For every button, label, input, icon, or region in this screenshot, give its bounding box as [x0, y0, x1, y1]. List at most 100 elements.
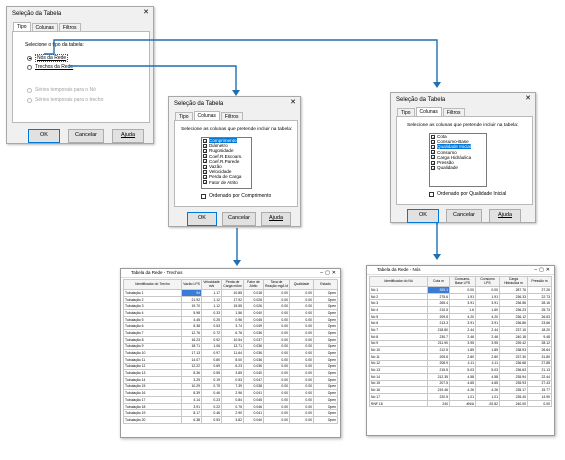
window-controls-icon[interactable]: –▢✕ — [534, 266, 552, 274]
table-cell: 0.00 — [263, 396, 290, 404]
close-icon[interactable]: ✕ — [525, 95, 531, 103]
column-header[interactable]: Cota m — [427, 276, 450, 287]
table-row[interactable]: Nó 1 269.1 0.00 0.00 287.76 27.26 — [369, 286, 552, 294]
table-cell: 236.12 — [499, 312, 528, 321]
table-row[interactable]: Tubulação 3 19.70 1.12 15.55 0.026 0.00 0.00 Op… — [123, 302, 338, 311]
help-button[interactable]: Ajuda — [261, 212, 291, 226]
ok-button[interactable]: OK — [187, 212, 217, 226]
table-row[interactable]: Nó 2 275.6 1.91 1.91 236.33 22.73 — [369, 292, 552, 301]
sort-checkbox[interactable]: Ordenado por Qualidade Inicial — [429, 191, 506, 197]
table-row[interactable]: Tubulação 17 4.14 0.23 0.84 0.045 0.00 0.00 Ope… — [123, 396, 338, 404]
radio-nodes[interactable]: Nós da Rede — [27, 54, 69, 62]
table-cell: 0.53 — [201, 416, 222, 424]
table-row[interactable]: Tubulação 20 6.38 0.53 3.82 0.040 0.00 0.00 Ope… — [123, 416, 338, 424]
window-controls-icon[interactable]: –▢✕ — [320, 269, 338, 277]
row-id-cell: Tubulação 18 — [123, 402, 182, 411]
table-row[interactable]: Tubulação 11 14.07 0.80 8.00 0.036 0.00 0.00 Op… — [123, 355, 338, 364]
column-header[interactable]: Taxa de Reação mg/L/d — [263, 279, 290, 290]
ok-button[interactable]: OK — [407, 209, 439, 223]
table-row[interactable]: Tubulação 12 12.22 0.69 6.23 0.036 0.00 0.00 Op… — [123, 362, 338, 371]
table-row[interactable]: Tubulação 14 3.25 0.19 0.53 0.047 0.00 0.00 Ope… — [123, 375, 338, 384]
table-row[interactable]: Tubulação 16 8.39 0.46 2.96 0.041 0.00 0.00 Ope… — [123, 389, 338, 397]
table-row[interactable]: Tubulação 5 4.45 0.25 0.96 0.045 0.00 0.00 Open — [123, 315, 338, 324]
table-row[interactable]: Nó 9 211.90 3.95 3.95 239.42 28.12 — [369, 339, 552, 348]
table-row[interactable]: Nó 15 207.5 4.65 4.65 235.93 27.43 — [369, 379, 552, 388]
table-row[interactable]: Nó 8 230.7 2.46 2.46 240.18 9.48 — [369, 332, 552, 341]
table-cell: 8.17 — [181, 409, 202, 418]
table-row[interactable]: Tubulação 15 10.29 0.75 7.39 0.038 0.00 0.00 Op… — [123, 382, 338, 391]
ok-button[interactable]: OK — [28, 129, 60, 143]
cancel-button[interactable]: Cancelar — [68, 129, 104, 143]
table-row[interactable]: Nó 14 212.35 4.58 4.58 235.94 22.44 — [369, 372, 552, 381]
table-cell: Open — [313, 302, 338, 311]
column-header[interactable]: Consumo LPS — [475, 276, 500, 287]
table-row[interactable]: Tubulação 19 8.17 0.46 2.90 0.041 0.00 0.00 Ope… — [123, 409, 338, 418]
cancel-button[interactable]: Cancelar — [222, 212, 256, 226]
table-row[interactable]: Tubulação 8 16.23 0.92 10.54 0.037 0.00 0.00 Op… — [123, 335, 338, 344]
table-row[interactable]: Nó 5 209.5 4.20 4.20 236.12 26.63 — [369, 312, 552, 321]
table-cell: 1.91 — [449, 292, 476, 301]
column-header[interactable]: Perda de Carga m/km — [221, 279, 244, 290]
table-cell: 0.92 — [201, 335, 222, 344]
help-button[interactable]: Ajuda — [489, 209, 521, 223]
cancel-button[interactable]: Cancelar — [446, 209, 482, 223]
table-row[interactable]: Tubulação 18 3.91 0.22 0.75 0.046 0.00 0.00 Ope… — [123, 402, 338, 411]
column-header[interactable]: Fator de Atrito — [243, 279, 264, 290]
table-cell: 212.5 — [427, 346, 450, 354]
help-label: Ajuda — [497, 212, 513, 218]
table-row[interactable]: Tubulação 9 18.71 1.06 13.71 0.036 0.00 0.00 Op… — [123, 342, 338, 351]
column-header[interactable]: Vazão LPS — [181, 279, 202, 290]
columns-checklist[interactable]: ✓ Comprimento ✓ Diâmetro ✓ Rugosidade ✓ Coef.R.… — [201, 137, 252, 189]
table-row[interactable]: Nó 7 218.80 2.44 2.44 237.10 18.20 — [369, 326, 552, 334]
table-row[interactable]: Tubulação 7 12.76 0.72 6.76 0.036 0.00 0.00 Ope… — [123, 329, 338, 337]
table-row[interactable]: Nó 4 210.5 1.6 1.60 236.23 25.73 — [369, 306, 552, 314]
tab-tipo[interactable]: Tipo — [13, 22, 31, 31]
table-row[interactable]: Tubulação 4 5.98 0.33 1.56 0.040 0.00 0.00 Open — [123, 309, 338, 317]
table-row[interactable]: Nó 3 265.4 3.91 3.91 236.56 28.16 — [369, 299, 552, 308]
column-header[interactable]: Identificador do Nó — [369, 276, 428, 287]
table-row[interactable]: Nó 6 213.3 3.91 3.91 236.86 23.66 — [369, 319, 552, 328]
table-cell: 31.80 — [527, 352, 552, 361]
table-row[interactable]: Nó 17 220.5 1.01 1.01 235.40 14.90 — [369, 393, 552, 401]
columns-checklist[interactable]: ✓ Cota ✓ Consumo-Base ✓ Qualidade Inicial ✓ Con… — [429, 133, 487, 187]
column-header[interactable]: Identificador do Trecho — [123, 279, 182, 290]
table-row[interactable]: Nó 11 205.5 2.80 2.80 237.30 31.80 — [369, 352, 552, 361]
checkbox-icon: ✓ — [203, 148, 208, 154]
table-cell: 0.045 — [243, 396, 264, 404]
table-cell: 0.19 — [201, 375, 222, 384]
radio-links[interactable]: Trechos da Rede — [27, 64, 73, 70]
column-header[interactable]: Velocidade m/s — [201, 279, 222, 290]
table-cell: 14.90 — [527, 393, 552, 401]
dialog-title: Seleção da Tabela — [12, 11, 62, 17]
table-row[interactable]: Tubulação 2 21.92 1.12 17.92 0.026 0.00 0.00 Op… — [123, 295, 338, 304]
sort-checkbox[interactable]: Ordenado por Comprimento — [201, 193, 271, 199]
radio-link-timeseries: Séries temporais para o trecho — [27, 97, 103, 103]
tab-colunas[interactable]: Colunas — [193, 111, 220, 120]
column-option[interactable]: ✓ Fator de Atrito — [202, 180, 251, 185]
column-header[interactable]: Pressão m — [527, 276, 552, 287]
column-header[interactable]: Carga Hidráulica m — [499, 276, 528, 287]
tab-colunas[interactable]: Colunas — [415, 107, 442, 116]
table-row[interactable]: Nó 16 219.46 4.26 4.26 235.17 15.77 — [369, 386, 552, 394]
column-header[interactable]: Qualidade — [289, 279, 314, 290]
table-row[interactable]: Tubulação 13 8.36 0.55 3.85 0.040 0.00 0.00 Ope… — [123, 369, 338, 377]
checkbox-icon: ✓ — [203, 154, 208, 160]
table-row[interactable]: Tubulação 10 17.13 0.97 11.64 0.036 0.00 0.00 O… — [123, 349, 338, 357]
table-row[interactable]: Tubulação 1 94 1.17 10.85 0.018 0.00 0.00 Open — [123, 289, 338, 297]
table-cell: 0.049 — [243, 322, 264, 331]
column-option[interactable]: ✓ Qualidade — [430, 165, 486, 170]
table-cell: 213.3 — [427, 319, 450, 328]
column-header[interactable]: Consumo-Base LPS — [449, 276, 476, 287]
table-row[interactable]: Nó 10 212.5 1.85 1.85 238.93 26.64 — [369, 346, 552, 354]
table-cell: 0.00 — [289, 409, 314, 418]
table-row[interactable]: Nó 13 215.5 5.03 5.03 236.63 21.13 — [369, 366, 552, 374]
table-cell: 220.5 — [427, 393, 450, 401]
table-cell: 0.00 — [289, 396, 314, 404]
table-row[interactable]: RNF 18 240 #N/A -92.82 240.00 0.00 — [369, 399, 552, 408]
help-button[interactable]: Ajuda — [112, 129, 144, 143]
close-icon[interactable]: ✕ — [290, 99, 296, 107]
table-row[interactable]: Nó 12 208.9 4.11 4.11 236.68 27.88 — [369, 359, 552, 368]
column-header[interactable]: Estado — [313, 279, 338, 290]
close-icon[interactable]: ✕ — [143, 9, 149, 17]
table-row[interactable]: Tubulação 6 8.38 0.53 3.74 0.049 0.00 0.00 Open — [123, 322, 338, 331]
